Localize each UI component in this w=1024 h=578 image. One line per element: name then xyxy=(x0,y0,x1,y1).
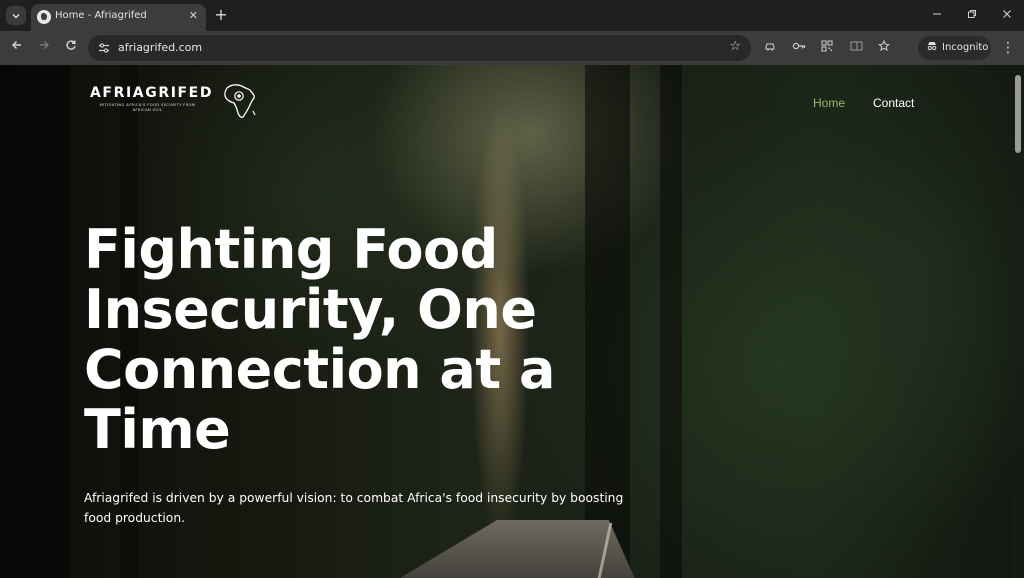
back-button[interactable] xyxy=(6,37,28,59)
tab-active[interactable]: Home - Afriagrifed ✕ xyxy=(31,4,206,31)
password-key-button[interactable] xyxy=(790,39,808,57)
nav-contact-link[interactable]: Contact xyxy=(873,96,914,110)
star-icon[interactable]: ☆ xyxy=(729,39,741,54)
incognito-profile-button[interactable]: Incognito xyxy=(918,36,991,60)
site-logo[interactable]: AFRIAGRIFED MITIGATING AFRICA'S FOOD SEC… xyxy=(90,85,213,113)
reload-button[interactable] xyxy=(60,37,82,59)
reading-mode-icon xyxy=(850,41,862,51)
browser-toolbar: afriagrifed.com ☆ Incognito ⋮ xyxy=(0,31,1024,65)
brand-tagline: MITIGATING AFRICA'S FOOD SECURITY FROM A… xyxy=(99,103,196,112)
arrow-right-icon xyxy=(40,41,49,49)
close-icon xyxy=(1003,10,1011,18)
more-vertical-icon: ⋮ xyxy=(1001,40,1015,56)
nav-home-link[interactable]: Home xyxy=(813,96,845,110)
reload-icon xyxy=(66,40,76,50)
scrollbar-thumb[interactable] xyxy=(1015,75,1021,153)
minimize-icon xyxy=(933,13,941,15)
brand-wordmark: AFRIAGRIFED xyxy=(90,85,214,101)
bookmarks-button[interactable] xyxy=(875,39,893,57)
qr-code-button[interactable] xyxy=(818,39,836,57)
tab-strip: Home - Afriagrifed ✕ + xyxy=(0,0,1024,31)
page-viewport: AFRIAGRIFED MITIGATING AFRICA'S FOOD SEC… xyxy=(0,65,1024,578)
chevron-down-icon xyxy=(12,13,20,18)
tune-icon[interactable] xyxy=(98,42,110,54)
address-bar[interactable]: afriagrifed.com ☆ xyxy=(88,35,751,61)
hero-subtitle: Afriagrifed is driven by a powerful visi… xyxy=(84,491,624,525)
browser-menu-button[interactable]: ⋮ xyxy=(1000,37,1016,59)
africa-map-icon[interactable] xyxy=(222,82,258,120)
extension-icon[interactable] xyxy=(761,39,779,57)
url-text[interactable]: afriagrifed.com xyxy=(118,41,202,54)
site-favicon-icon xyxy=(37,10,51,24)
background-tree-trunk xyxy=(660,65,682,578)
incognito-car-icon xyxy=(765,43,775,51)
arrow-left-icon xyxy=(12,41,21,49)
minimize-button[interactable] xyxy=(926,4,948,26)
tab-title: Home - Afriagrifed xyxy=(55,10,147,21)
reading-mode-button[interactable] xyxy=(847,39,865,57)
restore-button[interactable] xyxy=(961,4,983,26)
new-tab-button[interactable]: + xyxy=(212,5,230,25)
star-list-icon xyxy=(877,39,890,52)
close-window-button[interactable] xyxy=(996,4,1018,26)
plus-icon: + xyxy=(214,5,228,24)
background-tree-trunk xyxy=(0,65,70,578)
incognito-label: Incognito xyxy=(942,42,989,53)
qr-code-icon xyxy=(821,40,833,52)
tab-close-icon[interactable]: ✕ xyxy=(189,9,198,22)
incognito-icon xyxy=(926,40,938,55)
restore-icon xyxy=(968,10,976,18)
page-scrollbar[interactable] xyxy=(1012,65,1024,578)
hero-title: Fighting Food Insecurity, One Connection… xyxy=(84,218,555,461)
key-icon xyxy=(792,42,806,50)
forward-button[interactable] xyxy=(33,37,55,59)
tab-search-button[interactable] xyxy=(6,6,26,25)
